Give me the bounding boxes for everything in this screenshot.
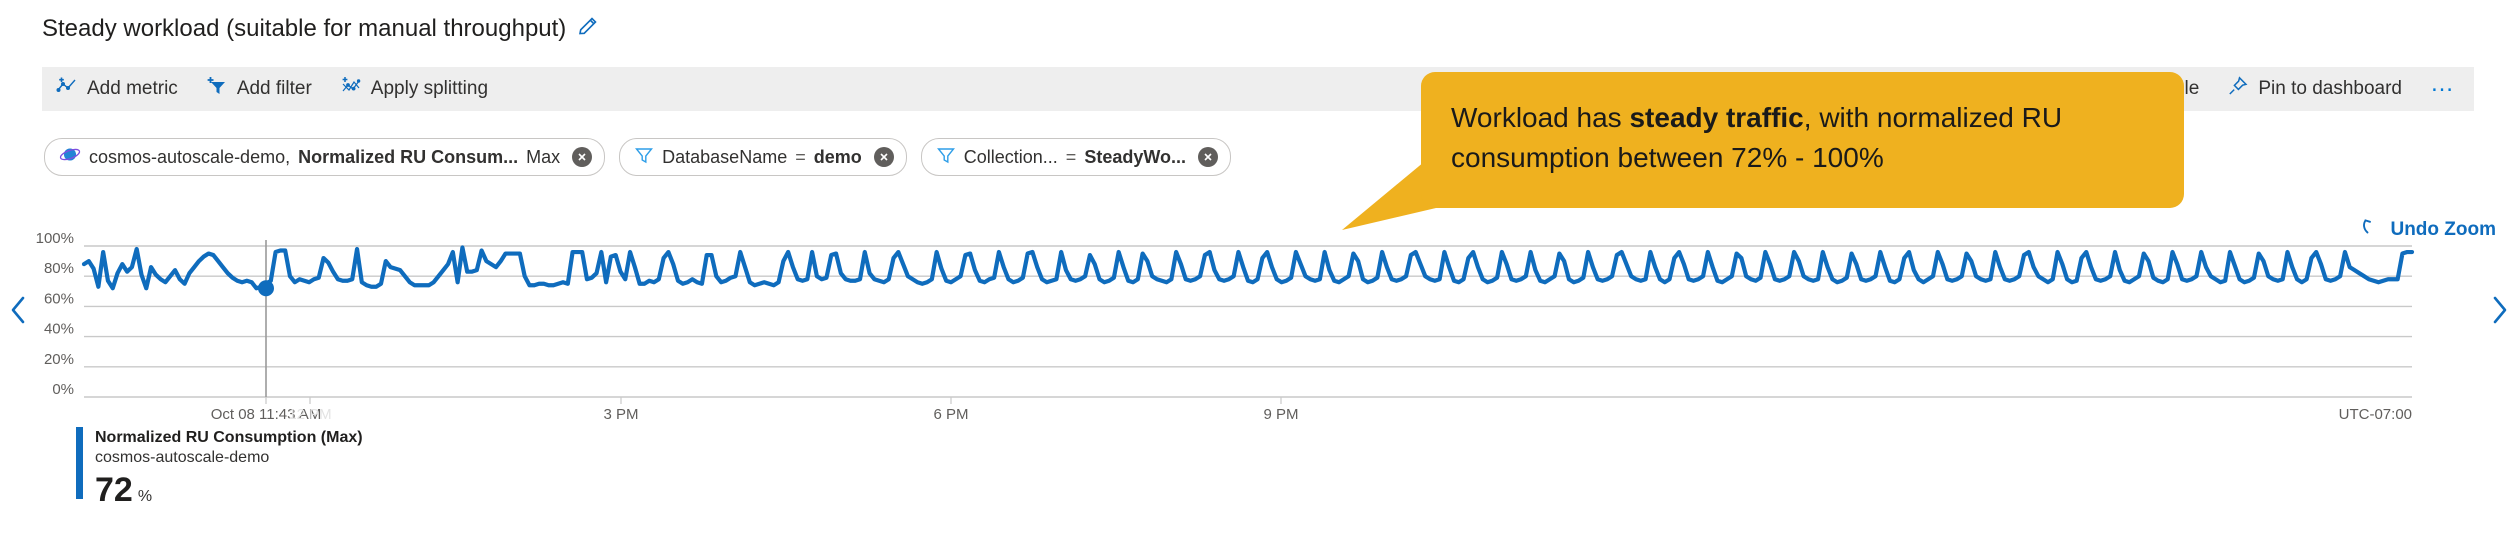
filter-pill-collection[interactable]: Collection... = SteadyWo...	[920, 138, 1232, 176]
metric-pill[interactable]: cosmos-autoscale-demo, Normalized RU Con…	[44, 138, 606, 176]
legend-metric-name: Normalized RU Consumption (Max)	[95, 429, 363, 446]
y-axis-tick-label: 40%	[44, 321, 74, 338]
chart-title-row: Steady workload (suitable for manual thr…	[42, 14, 600, 43]
undo-zoom-button[interactable]: Undo Zoom	[2360, 216, 2496, 244]
pin-to-dashboard-button[interactable]: Pin to dashboard	[2213, 67, 2416, 111]
filter-icon	[634, 145, 654, 170]
add-metric-icon	[56, 75, 78, 103]
apply-splitting-icon	[340, 75, 362, 103]
y-axis-tick-label: 60%	[44, 290, 74, 307]
x-axis-tick-label: 6 PM	[933, 406, 968, 420]
legend-value-row: 72 %	[95, 473, 363, 507]
y-axis-tick-label: 0%	[52, 381, 74, 398]
filter-icon	[936, 145, 956, 170]
x-axis-tick-label: 3 PM	[603, 406, 638, 420]
undo-icon	[2360, 216, 2382, 244]
series-line-normalized-ru	[81, 245, 2415, 291]
pin-icon	[2227, 75, 2249, 103]
filter-pill-operator: =	[1065, 146, 1077, 167]
add-filter-label: Add filter	[236, 78, 312, 99]
add-filter-icon	[206, 75, 228, 103]
pencil-icon[interactable]	[576, 14, 600, 43]
add-metric-button[interactable]: Add metric	[42, 67, 192, 111]
toolbar-overflow-button[interactable]: …	[2416, 72, 2474, 106]
filter-pill-row: cosmos-autoscale-demo, Normalized RU Con…	[44, 138, 1232, 176]
filter-pill-value: demo	[813, 146, 862, 167]
metric-pill-resource: cosmos-autoscale-demo,	[89, 146, 291, 167]
page-title: Steady workload (suitable for manual thr…	[42, 14, 567, 42]
filter-pill-field: DatabaseName	[662, 146, 788, 167]
add-filter-button[interactable]: Add filter	[192, 67, 326, 111]
y-axis-tick-label: 80%	[44, 260, 74, 277]
callout-text-bold: steady traffic	[1629, 102, 1804, 133]
metrics-chart[interactable]: 100% 80% 60% 40% 20% 0% Oct 08 11:43 AM 12 PM 3…	[0, 190, 2518, 420]
legend-resource-name: cosmos-autoscale-demo	[95, 449, 270, 467]
y-axis-tick-label: 20%	[44, 351, 74, 368]
chevron-left-icon[interactable]	[4, 288, 34, 332]
x-axis-tick-label: 9 PM	[1263, 406, 1298, 420]
filter-pill-operator: =	[795, 146, 806, 167]
chart-canvas[interactable]: 100%80%60%40%20%0% Oct 08 11:43 AM12 PM 3…	[0, 190, 2518, 420]
chart-cursor-point	[258, 280, 274, 297]
legend-value: 72	[95, 470, 133, 509]
undo-zoom-label: Undo Zoom	[2390, 219, 2496, 240]
filter-pill-databasename[interactable]: DatabaseName = demo	[619, 138, 907, 176]
metric-pill-aggregation: Max	[526, 146, 561, 167]
add-metric-label: Add metric	[87, 78, 178, 99]
chart-y-axis-labels: 100% 80% 60% 40% 20% 0%	[36, 230, 74, 398]
filter-pill-value: SteadyWo...	[1084, 146, 1187, 167]
y-axis-tick-label: 100%	[36, 230, 74, 247]
legend-unit: %	[137, 487, 153, 505]
metric-pill-metric: Normalized RU Consum...	[298, 146, 519, 167]
filter-pill-field: Collection...	[963, 146, 1058, 167]
legend-color-swatch	[76, 427, 83, 499]
pin-to-dashboard-label: Pin to dashboard	[2258, 78, 2402, 99]
legend-text-block: Normalized RU Consumption (Max) cosmos-a…	[95, 427, 363, 507]
remove-icon[interactable]	[873, 147, 894, 167]
callout-text-before: Workload has	[1451, 102, 1630, 133]
annotation-callout: Workload has steady traffic, with normal…	[1421, 72, 2184, 208]
chart-x-axis-ticks	[265, 397, 1282, 404]
annotation-callout-text: Workload has steady traffic, with normal…	[1451, 98, 2154, 178]
chart-x-axis-labels: Oct 08 11:43 AM12 PM 3 PM 6 PM 9 PM UTC-07:0…	[211, 406, 2412, 420]
timezone-label: UTC-07:00	[2339, 406, 2412, 420]
apply-splitting-label: Apply splitting	[370, 78, 489, 99]
x-axis-tick-label: 12 PM	[288, 406, 331, 420]
cosmos-db-icon	[59, 144, 81, 171]
chart-legend[interactable]: Normalized RU Consumption (Max) cosmos-a…	[76, 427, 363, 507]
apply-splitting-button[interactable]: Apply splitting	[326, 67, 502, 111]
remove-icon[interactable]	[1198, 147, 1219, 167]
chevron-right-icon[interactable]	[2484, 288, 2514, 332]
remove-icon[interactable]	[572, 147, 593, 167]
